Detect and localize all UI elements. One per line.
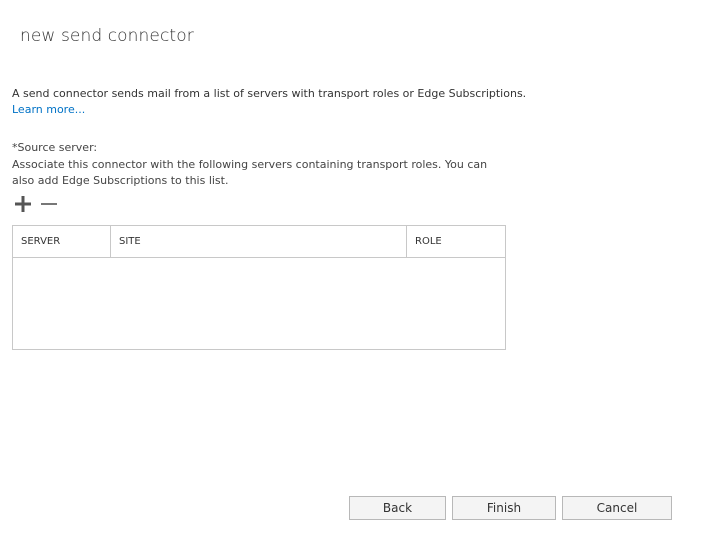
new-send-connector-dialog: new send connector A send connector send…	[0, 0, 704, 554]
learn-more-link[interactable]: Learn more...	[12, 102, 85, 118]
source-server-description: Associate this connector with the follow…	[12, 157, 488, 188]
cancel-button[interactable]: Cancel	[562, 496, 672, 520]
minus-icon	[41, 203, 57, 205]
source-server-section: *Source server: Associate this connector…	[12, 140, 512, 190]
column-header-site[interactable]: SITE	[111, 226, 407, 257]
back-button[interactable]: Back	[349, 496, 446, 520]
plus-icon	[15, 196, 31, 212]
remove-server-button[interactable]	[38, 194, 60, 214]
server-list-toolbar	[12, 194, 64, 214]
finish-button[interactable]: Finish	[452, 496, 556, 520]
column-header-role[interactable]: ROLE	[407, 226, 505, 257]
intro-section: A send connector sends mail from a list …	[12, 86, 612, 118]
add-server-button[interactable]	[12, 194, 34, 214]
source-server-label: *Source server:	[12, 141, 98, 154]
table-header: SERVER SITE ROLE	[13, 226, 505, 258]
intro-text: A send connector sends mail from a list …	[12, 87, 527, 100]
column-header-server[interactable]: SERVER	[13, 226, 111, 257]
table-body[interactable]	[13, 258, 505, 349]
page-title: new send connector	[20, 26, 194, 46]
source-server-table: SERVER SITE ROLE	[12, 225, 506, 350]
